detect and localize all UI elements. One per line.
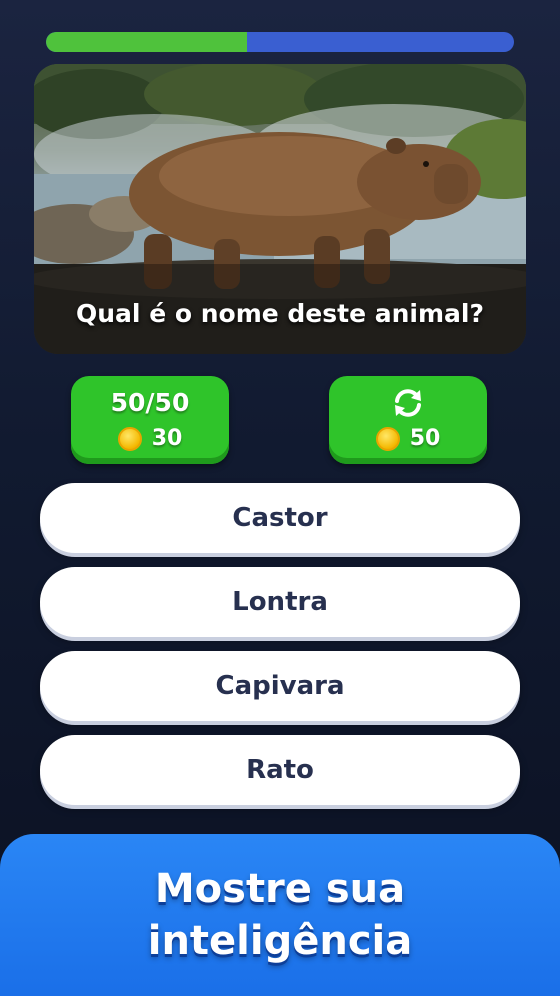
promo-line-1: Mostre sua (154, 866, 406, 912)
answer-option-3[interactable]: Capivara (40, 651, 520, 721)
fifty-fifty-label: 50/50 (110, 388, 190, 417)
swap-question-button[interactable]: 50 (329, 376, 487, 464)
answer-option-1[interactable]: Castor (40, 483, 520, 553)
fifty-fifty-button[interactable]: 50/50 30 (71, 376, 229, 464)
coin-icon (117, 426, 142, 451)
coin-icon (375, 426, 400, 451)
promo-banner: Mostre sua inteligência (0, 834, 560, 996)
progress-bar (46, 32, 514, 52)
swap-cost-value: 50 (409, 426, 441, 451)
fifty-fifty-cost: 30 (71, 426, 229, 451)
promo-line-2: inteligência (147, 918, 413, 964)
question-text: Qual é o nome deste animal? (76, 299, 484, 328)
refresh-icon (329, 388, 487, 418)
progress-fill (46, 32, 248, 52)
question-image: Qual é o nome deste animal? (34, 64, 526, 354)
promo-banner-text: Mostre sua inteligência (148, 863, 413, 967)
swap-cost: 50 (329, 426, 487, 451)
answer-option-4[interactable]: Rato (40, 735, 520, 805)
fifty-fifty-cost-value: 30 (151, 426, 183, 451)
answer-option-2[interactable]: Lontra (40, 567, 520, 637)
